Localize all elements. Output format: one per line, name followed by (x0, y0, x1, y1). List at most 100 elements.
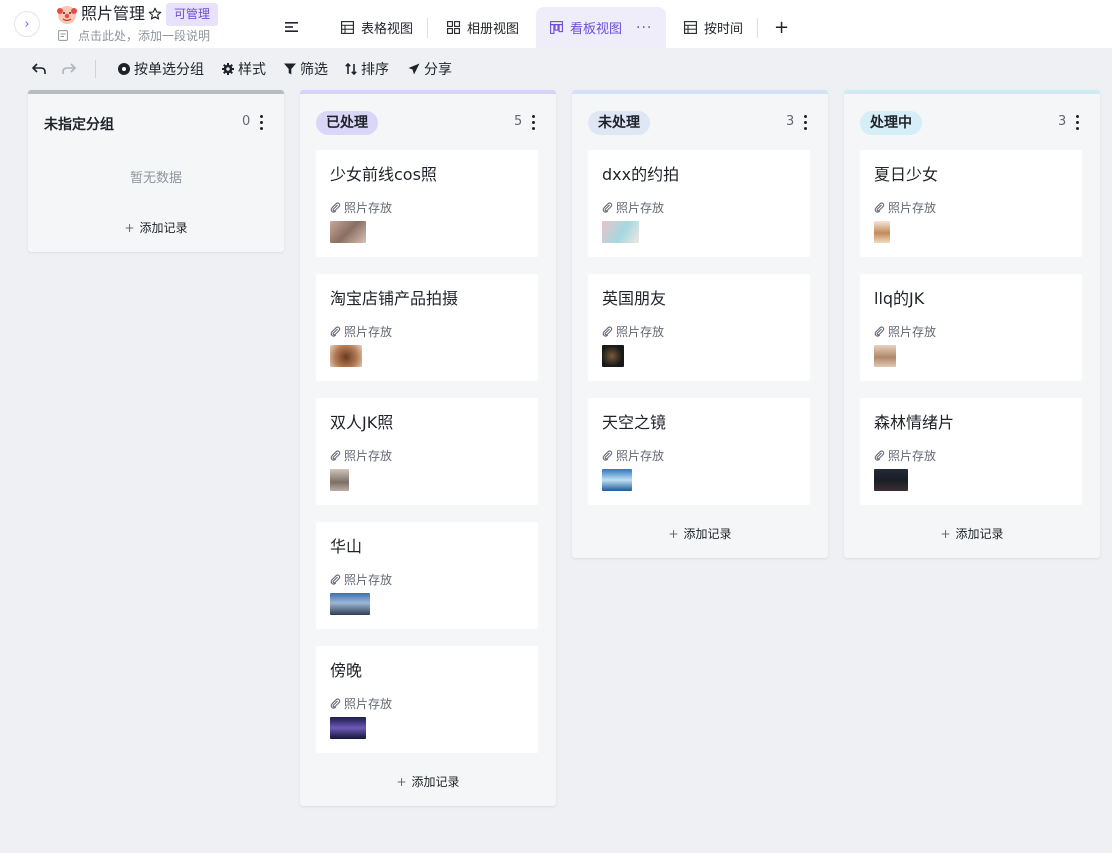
photo-thumbnail[interactable] (330, 593, 370, 615)
record-card[interactable]: 华山 照片存放 (316, 522, 538, 629)
photo-thumbnail[interactable] (330, 345, 362, 367)
share-label: 分享 (424, 62, 452, 78)
attachment-icon (602, 326, 613, 337)
column-title: 已处理 (316, 111, 378, 135)
record-card[interactable]: 夏日少女 照片存放 (860, 150, 1082, 257)
filter-label: 筛选 (300, 62, 328, 78)
photo-thumbnail[interactable] (874, 221, 890, 243)
gallery-icon (447, 21, 460, 34)
attachment-icon (602, 202, 613, 213)
undo-icon[interactable] (31, 61, 47, 77)
tab-table-view[interactable]: 表格视图 (341, 7, 413, 48)
document-icon (58, 30, 68, 41)
card-title: 森林情绪片 (874, 413, 955, 432)
field-label: 照片存放 (344, 449, 393, 463)
app-title[interactable]: 照片管理 (81, 4, 145, 24)
toolbar-divider (95, 60, 96, 78)
column-title: 未指定分组 (44, 117, 114, 133)
tab-gallery-view[interactable]: 相册视图 (447, 7, 519, 48)
expand-sidebar-button[interactable]: › (14, 11, 40, 37)
table-icon (684, 21, 697, 34)
star-icon[interactable] (148, 7, 162, 21)
align-left-icon[interactable] (285, 22, 298, 32)
tab-label: 看板视图 (570, 22, 623, 37)
card-title: 双人JK照 (330, 413, 394, 432)
filter-button[interactable]: 筛选 (284, 59, 328, 79)
chevron-right-icon: › (24, 16, 30, 32)
tab-label: 按时间 (704, 22, 744, 37)
record-card[interactable]: 天空之镜 照片存放 (588, 398, 810, 505)
record-card[interactable]: 少女前线cos照 照片存放 (316, 150, 538, 257)
photo-thumbnail[interactable] (330, 221, 366, 243)
record-card[interactable]: 双人JK照 照片存放 (316, 398, 538, 505)
plus-icon: + (396, 775, 407, 789)
card-title: llq的JK (874, 289, 925, 308)
field-label: 照片存放 (344, 201, 393, 215)
description-placeholder[interactable]: 点击此处，添加一段说明 (78, 28, 210, 44)
column-header[interactable]: 未指定分组 0 (28, 94, 284, 144)
more-vertical-icon[interactable] (531, 114, 535, 130)
tab-divider (757, 18, 758, 38)
kanban-column: 未指定分组 0 暂无数据 + 添加记录 (28, 90, 284, 252)
photo-thumbnail[interactable] (602, 345, 624, 367)
card-title: 华山 (330, 537, 363, 556)
column-header[interactable]: 未处理 3 (572, 94, 828, 144)
add-record-button[interactable]: + 添加记录 (300, 773, 556, 790)
more-options-icon[interactable]: ··· (636, 20, 652, 36)
add-record-label: 添加记录 (411, 775, 460, 789)
photo-thumbnail[interactable] (874, 469, 908, 491)
card-title: 淘宝店铺产品拍摄 (330, 289, 459, 308)
style-button[interactable]: 样式 (222, 59, 266, 79)
record-card[interactable]: 傍晚 照片存放 (316, 646, 538, 753)
field-label: 照片存放 (888, 201, 937, 215)
tab-by-time[interactable]: 按时间 (684, 7, 743, 48)
clown-face-icon[interactable] (57, 5, 77, 25)
more-vertical-icon[interactable] (1075, 114, 1079, 130)
field-label: 照片存放 (888, 325, 937, 339)
plus-icon: + (940, 527, 951, 541)
column-header[interactable]: 已处理 5 (300, 94, 556, 144)
add-view-button[interactable]: + (774, 18, 789, 38)
photo-thumbnail[interactable] (602, 469, 632, 491)
kanban-column: 未处理 3 dxx的约拍 照片存放 英国朋友 照片存放 天空之镜 照片存放 + 添… (572, 90, 828, 558)
add-record-button[interactable]: + 添加记录 (28, 219, 284, 236)
tab-divider (427, 18, 428, 38)
toolbar: 按单选分组 样式 筛选 排序 分享 (0, 48, 1112, 90)
group-by-button[interactable]: 按单选分组 (118, 59, 204, 79)
record-card[interactable]: 森林情绪片 照片存放 (860, 398, 1082, 505)
record-card[interactable]: llq的JK 照片存放 (860, 274, 1082, 381)
attachment-icon (602, 450, 613, 461)
share-button[interactable]: 分享 (408, 59, 452, 79)
card-title: 少女前线cos照 (330, 165, 437, 184)
photo-thumbnail[interactable] (602, 221, 639, 243)
add-record-button[interactable]: + 添加记录 (572, 525, 828, 542)
group-by-label: 按单选分组 (134, 62, 204, 78)
attachment-icon (874, 326, 885, 337)
more-vertical-icon[interactable] (259, 114, 263, 130)
add-record-label: 添加记录 (139, 221, 188, 235)
column-header[interactable]: 处理中 3 (844, 94, 1100, 144)
sort-button[interactable]: 排序 (345, 59, 389, 79)
field-label: 照片存放 (616, 449, 665, 463)
photo-thumbnail[interactable] (330, 469, 349, 491)
field-label: 照片存放 (616, 325, 665, 339)
column-count: 5 (514, 114, 523, 129)
photo-thumbnail[interactable] (874, 345, 896, 367)
record-card[interactable]: 淘宝店铺产品拍摄 照片存放 (316, 274, 538, 381)
kanban-icon (550, 21, 563, 34)
sort-icon (345, 63, 357, 75)
photo-thumbnail[interactable] (330, 717, 366, 739)
more-vertical-icon[interactable] (803, 114, 807, 130)
add-record-label: 添加记录 (683, 527, 732, 541)
record-card[interactable]: 英国朋友 照片存放 (588, 274, 810, 381)
add-record-button[interactable]: + 添加记录 (844, 525, 1100, 542)
attachment-icon (330, 698, 341, 709)
field-label: 照片存放 (616, 201, 665, 215)
kanban-column: 处理中 3 夏日少女 照片存放 llq的JK 照片存放 森林情绪片 照片存放 +… (844, 90, 1100, 558)
card-title: dxx的约拍 (602, 165, 680, 184)
redo-icon[interactable] (61, 61, 77, 77)
record-card[interactable]: dxx的约拍 照片存放 (588, 150, 810, 257)
tab-kanban-view[interactable]: 看板视图 ··· (536, 7, 667, 48)
card-title: 夏日少女 (874, 165, 939, 184)
empty-state-text: 暂无数据 (129, 171, 182, 186)
